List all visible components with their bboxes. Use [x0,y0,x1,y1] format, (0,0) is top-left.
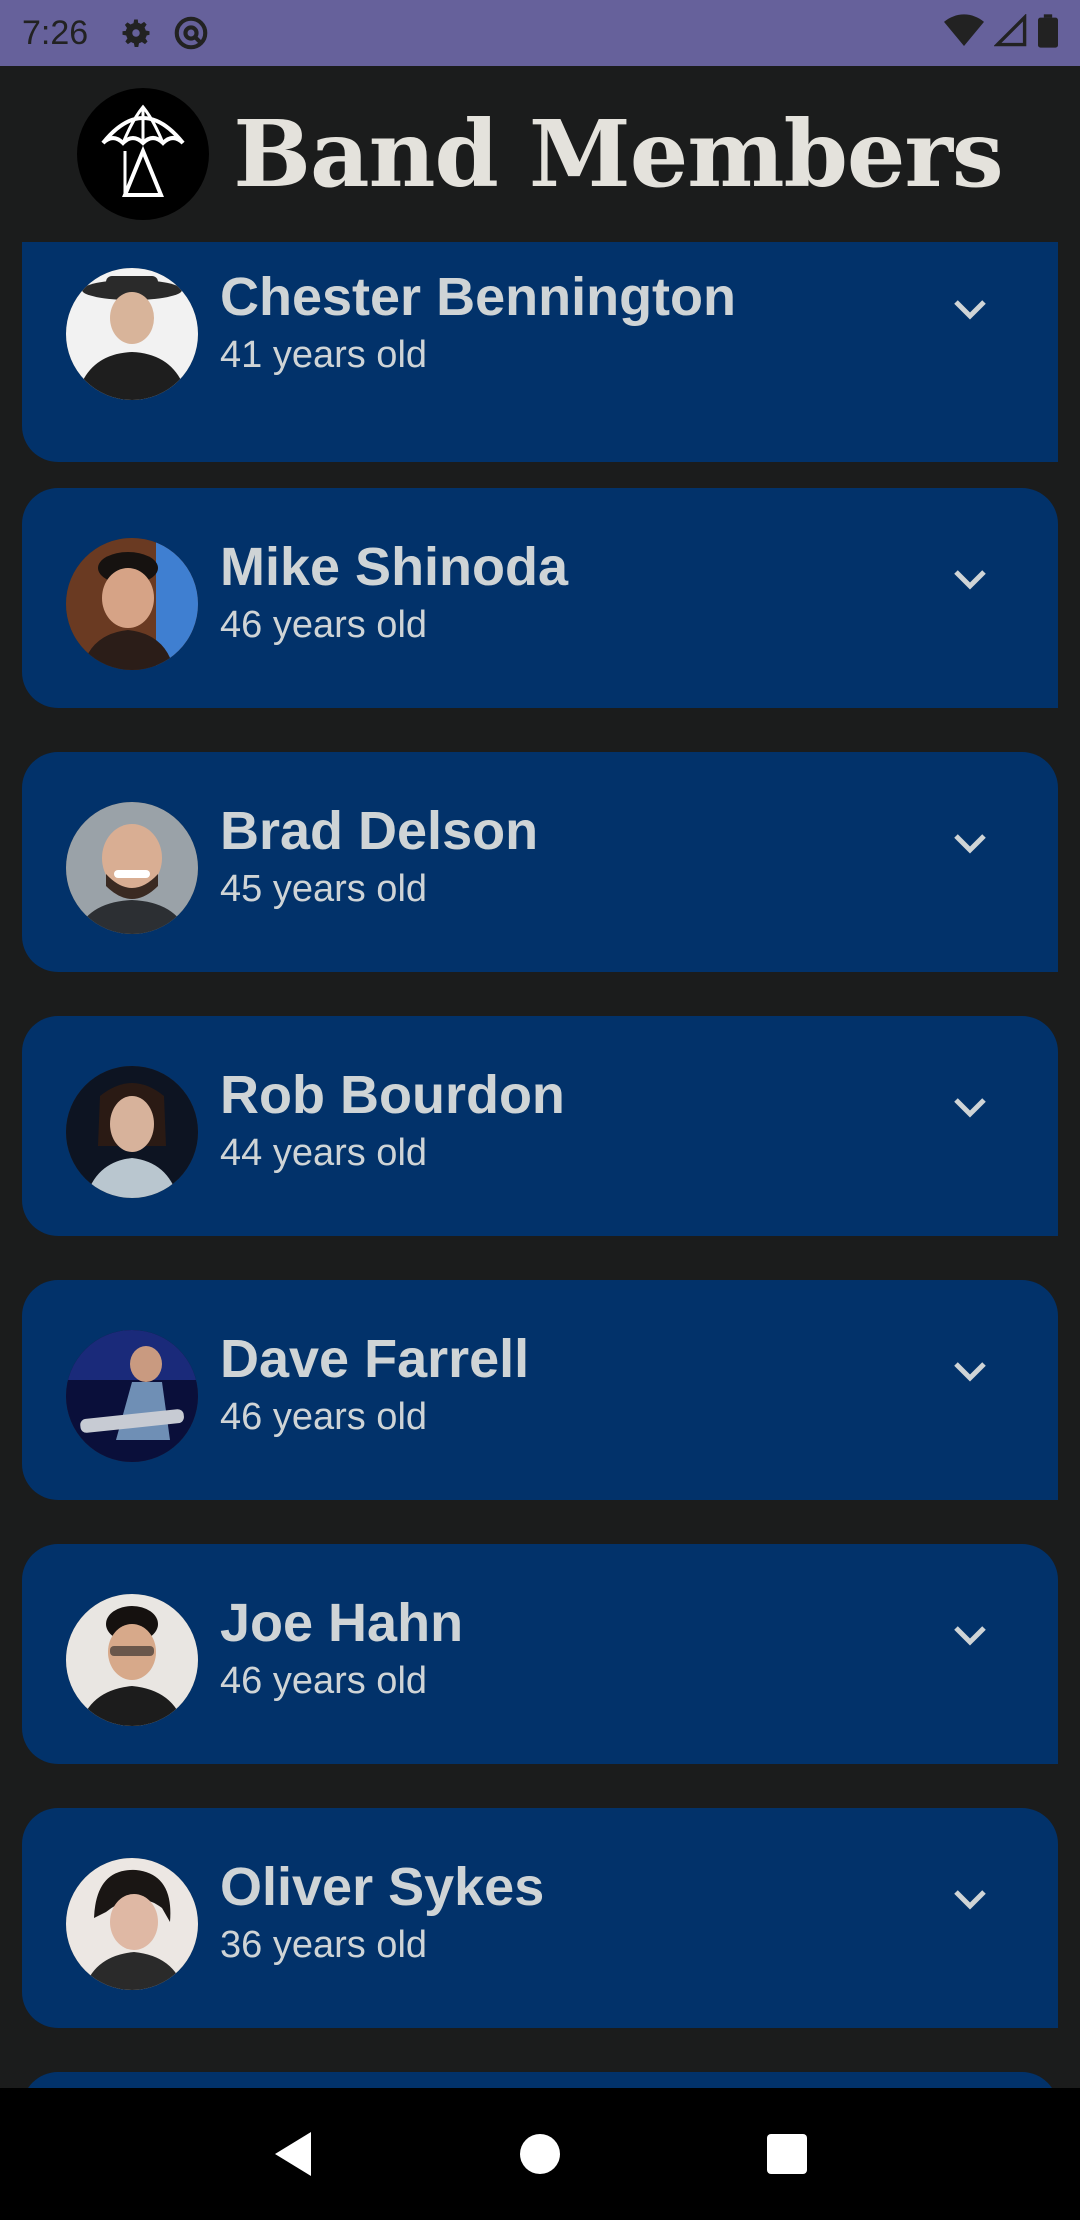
signal-icon [993,12,1028,53]
chevron-down-icon[interactable] [948,558,992,602]
recents-icon[interactable] [747,2114,827,2194]
member-name: Mike Shinoda [220,537,569,597]
member-age: 46 years old [220,1660,428,1702]
status-time: 7:26 [22,13,89,52]
member-card[interactable]: Brad Delson 45 years old [22,752,1058,972]
avatar [66,538,198,670]
avatar [66,802,198,934]
chevron-down-icon[interactable] [948,288,992,332]
member-card[interactable]: Chester Bennington 41 years old [22,242,1058,462]
member-name: Oliver Sykes [220,1857,545,1917]
gear-icon [118,15,154,51]
member-name: Dave Farrell [220,1329,530,1389]
app-bar: Band Members [0,66,1080,242]
band-logo-icon [77,88,210,220]
member-card-partial[interactable] [22,2072,1058,2088]
status-bar: 7:26 [0,0,1080,66]
member-age: 45 years old [220,868,428,910]
member-age: 46 years old [220,1396,428,1438]
chevron-down-icon[interactable] [948,1878,992,1922]
navigation-bar [0,2088,1080,2220]
member-age: 44 years old [220,1132,428,1174]
member-age: 36 years old [220,1924,428,1966]
avatar [66,1066,198,1198]
avatar [66,1594,198,1726]
page-title: Band Members [233,100,1003,208]
avatar [66,1330,198,1462]
home-icon[interactable] [500,2114,580,2194]
member-age: 46 years old [220,604,428,646]
chevron-down-icon[interactable] [948,822,992,866]
member-age: 41 years old [220,334,428,376]
avatar [66,1858,198,1990]
wifi-icon [944,13,984,53]
member-card[interactable]: Oliver Sykes 36 years old [22,1808,1058,2028]
chevron-down-icon[interactable] [948,1350,992,1394]
member-card[interactable]: Rob Bourdon 44 years old [22,1016,1058,1236]
member-name: Chester Bennington [220,267,737,327]
battery-icon [1038,13,1058,53]
avatar [66,268,198,400]
member-card[interactable]: Mike Shinoda 46 years old [22,488,1058,708]
back-icon[interactable] [253,2114,333,2194]
member-list[interactable]: Chester Bennington 41 years old Mike Shi… [0,242,1080,2088]
chevron-down-icon[interactable] [948,1614,992,1658]
member-card[interactable]: Joe Hahn 46 years old [22,1544,1058,1764]
at-sign-icon [172,14,210,52]
member-name: Rob Bourdon [220,1065,565,1125]
chevron-down-icon[interactable] [948,1086,992,1130]
member-name: Brad Delson [220,801,539,861]
member-card[interactable]: Dave Farrell 46 years old [22,1280,1058,1500]
member-name: Joe Hahn [220,1593,464,1653]
